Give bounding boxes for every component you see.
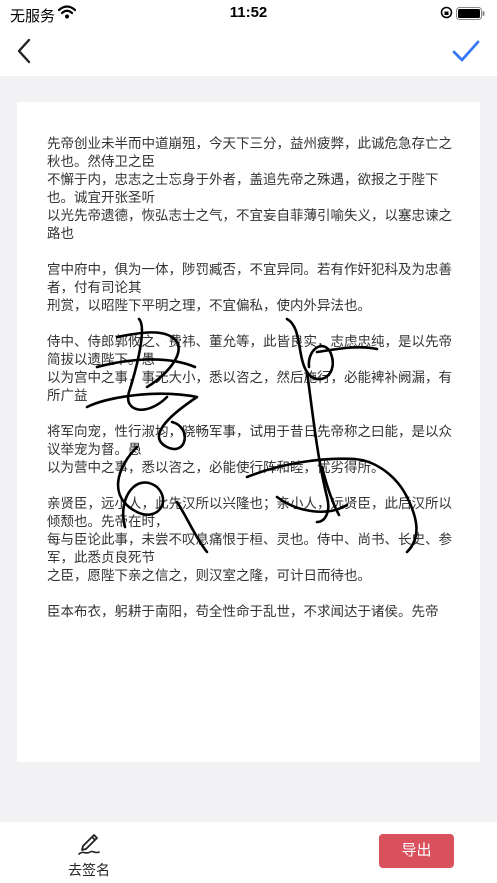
document-line: 将军向宠，性行淑均，晓畅军事，试用于昔日先帝称之曰能，是以众议举宠为督。愚 [47, 424, 452, 458]
bottom-toolbar: 去签名 导出 [0, 822, 497, 883]
document-line: 亲贤臣，远小人，此先汉所以兴隆也；亲小人，远贤臣，此后汉所以倾颓也。先帝在时， [47, 496, 452, 530]
document-line: 刑赏，以昭陛下平明之理，不宜偏私，使内外异法也。 [47, 298, 371, 314]
go-sign-label: 去签名 [68, 862, 110, 878]
document-line: 每与臣论此事，未尝不叹息痛恨于桓、灵也。侍中、尚书、长史、参军，此悉贞良死节 [47, 532, 452, 566]
document-line: 不懈于内，忠志之士忘身于外者，盖追先帝之殊遇，欲报之于陛下也。诚宜开张圣听 [47, 172, 439, 206]
clock-time: 11:52 [229, 4, 268, 21]
checkmark-icon [452, 40, 480, 62]
document-preview: 先帝创业未半而中道崩殂，今天下三分，益州疲弊，此诚危急存亡之秋也。然侍卫之臣 不懈… [17, 102, 480, 762]
document-line: 先帝创业未半而中道崩殂，今天下三分，益州疲弊，此诚危急存亡之秋也。然侍卫之臣 [47, 136, 452, 170]
document-line: 之臣，愿陛下亲之信之，则汉室之隆，可计日而待也。 [47, 568, 371, 584]
document-paragraph: 臣本布衣，躬耕于南阳，苟全性命于乱世，不求闻达于诸侯。先帝 [47, 603, 459, 621]
status-bar: 无服务 11:52 [0, 0, 497, 28]
go-sign-button[interactable]: 去签名 [56, 826, 122, 880]
document-text: 先帝创业未半而中道崩殂，今天下三分，益州疲弊，此诚危急存亡之秋也。然侍卫之臣 不懈… [47, 135, 459, 639]
document-line: 侍中、侍郎郭攸之、费祎、董允等，此皆良实，志虑忠纯，是以先帝简拔以遗陛下。愚 [47, 334, 452, 368]
document-line: 臣本布衣，躬耕于南阳，苟全性命于乱世，不求闻达于诸侯。先帝 [47, 604, 439, 620]
document-paragraph: 宫中府中，俱为一体，陟罚臧否，不宜异同。若有作奸犯科及为忠善者，付有司论其刑赏，… [47, 261, 459, 315]
document-paragraph: 将军向宠，性行淑均，晓畅军事，试用于昔日先帝称之曰能，是以众议举宠为督。愚以为营… [47, 423, 459, 477]
document-paragraph: 侍中、侍郎郭攸之、费祎、董允等，此皆良实，志虑忠纯，是以先帝简拔以遗陛下。愚 以为… [47, 333, 459, 405]
pen-signature-icon [78, 834, 100, 855]
export-button[interactable]: 导出 [379, 834, 454, 868]
orientation-lock-icon [440, 6, 453, 19]
battery-icon [456, 7, 485, 20]
document-line: 以光先帝遗德，恢弘志士之气，不宜妄自菲薄引喻失义，以塞忠谏之路也 [47, 208, 452, 242]
confirm-button[interactable] [450, 38, 482, 66]
document-line: 以为宫中之事，事无大小，悉以咨之，然后施行，必能裨补阙漏，有所广益 [47, 370, 452, 404]
document-paragraph: 亲贤臣，远小人，此先汉所以兴隆也；亲小人，远贤臣，此后汉所以倾颓也。先帝在时，每… [47, 495, 459, 585]
document-line: 宫中府中，俱为一体，陟罚臧否，不宜异同。若有作奸犯科及为忠善者，付有司论其 [47, 262, 452, 296]
document-paragraph: 先帝创业未半而中道崩殂，今天下三分，益州疲弊，此诚危急存亡之秋也。然侍卫之臣 不懈… [47, 135, 459, 243]
back-button[interactable] [12, 36, 38, 66]
navigation-bar [0, 28, 497, 76]
chevron-left-icon [17, 38, 31, 64]
document-line: 以为营中之事，悉以咨之，必能使行阵和睦，优劣得所。 [47, 460, 385, 476]
